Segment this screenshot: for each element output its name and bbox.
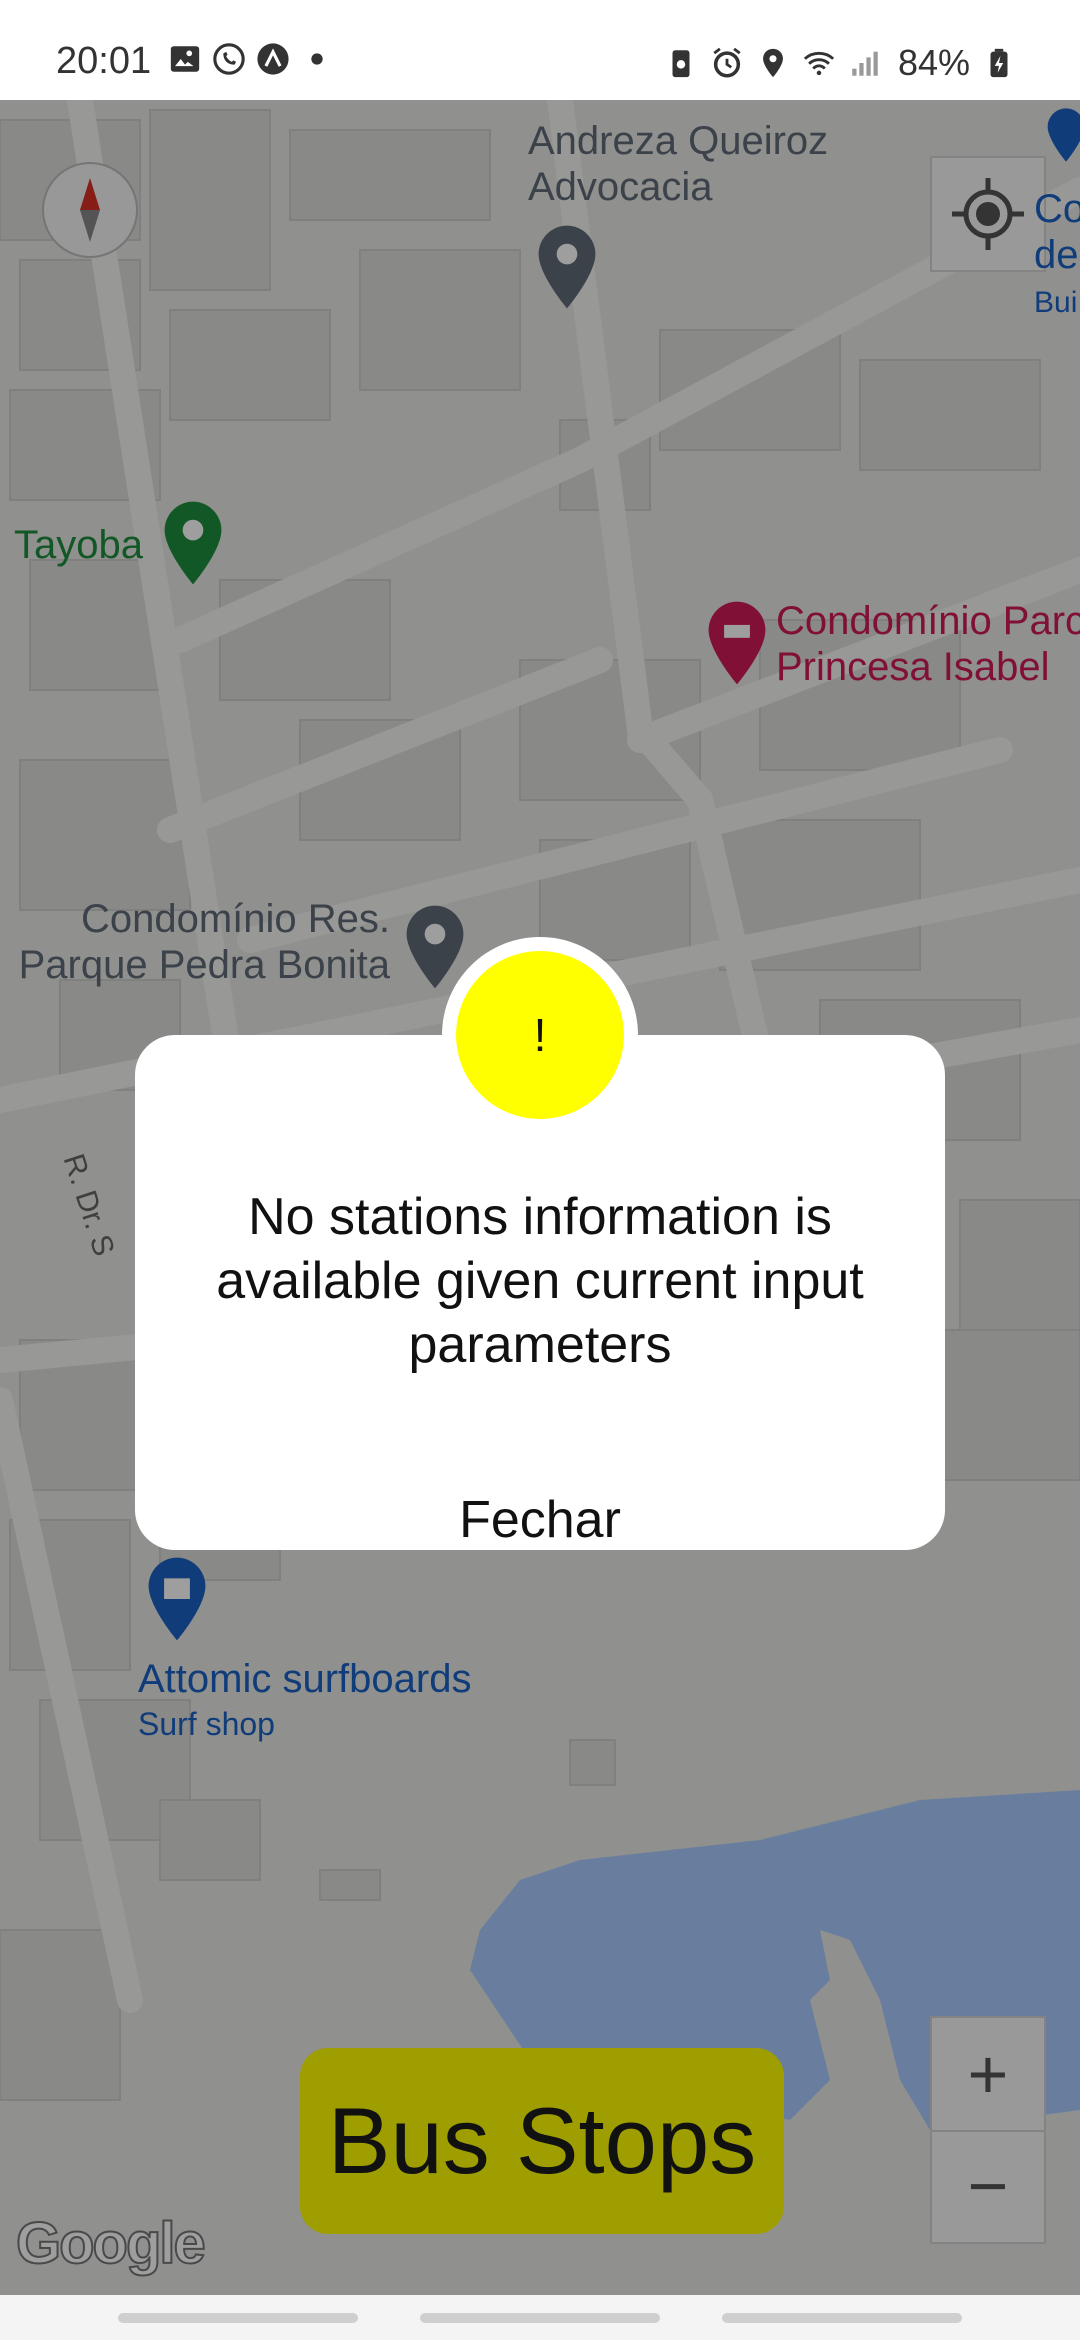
nav-back-button[interactable] [722, 2313, 962, 2323]
signal-icon [852, 51, 878, 76]
whatsapp-icon [213, 43, 245, 75]
dot-icon [311, 53, 323, 65]
system-icons: 84% [664, 42, 1016, 84]
location-icon [763, 48, 783, 78]
alarm-icon [713, 47, 741, 78]
status-bar: 20:01 84% [0, 0, 1080, 100]
notification-icons [168, 42, 334, 76]
navigation-bar [0, 2295, 1080, 2340]
nav-home-button[interactable] [420, 2313, 660, 2323]
clock: 20:01 [56, 40, 152, 82]
dialog-message: No stations information is available giv… [216, 1188, 864, 1374]
battery-saver-icon [672, 50, 690, 78]
gallery-icon [170, 46, 200, 72]
alert-icon: ! [456, 951, 624, 1119]
battery-percentage: 84% [897, 42, 970, 83]
battery-icon [990, 48, 1008, 78]
close-button[interactable]: Fechar [415, 1485, 665, 1555]
app-icon [257, 43, 289, 75]
wifi-icon [803, 51, 835, 76]
nav-recents-button[interactable] [118, 2313, 358, 2323]
